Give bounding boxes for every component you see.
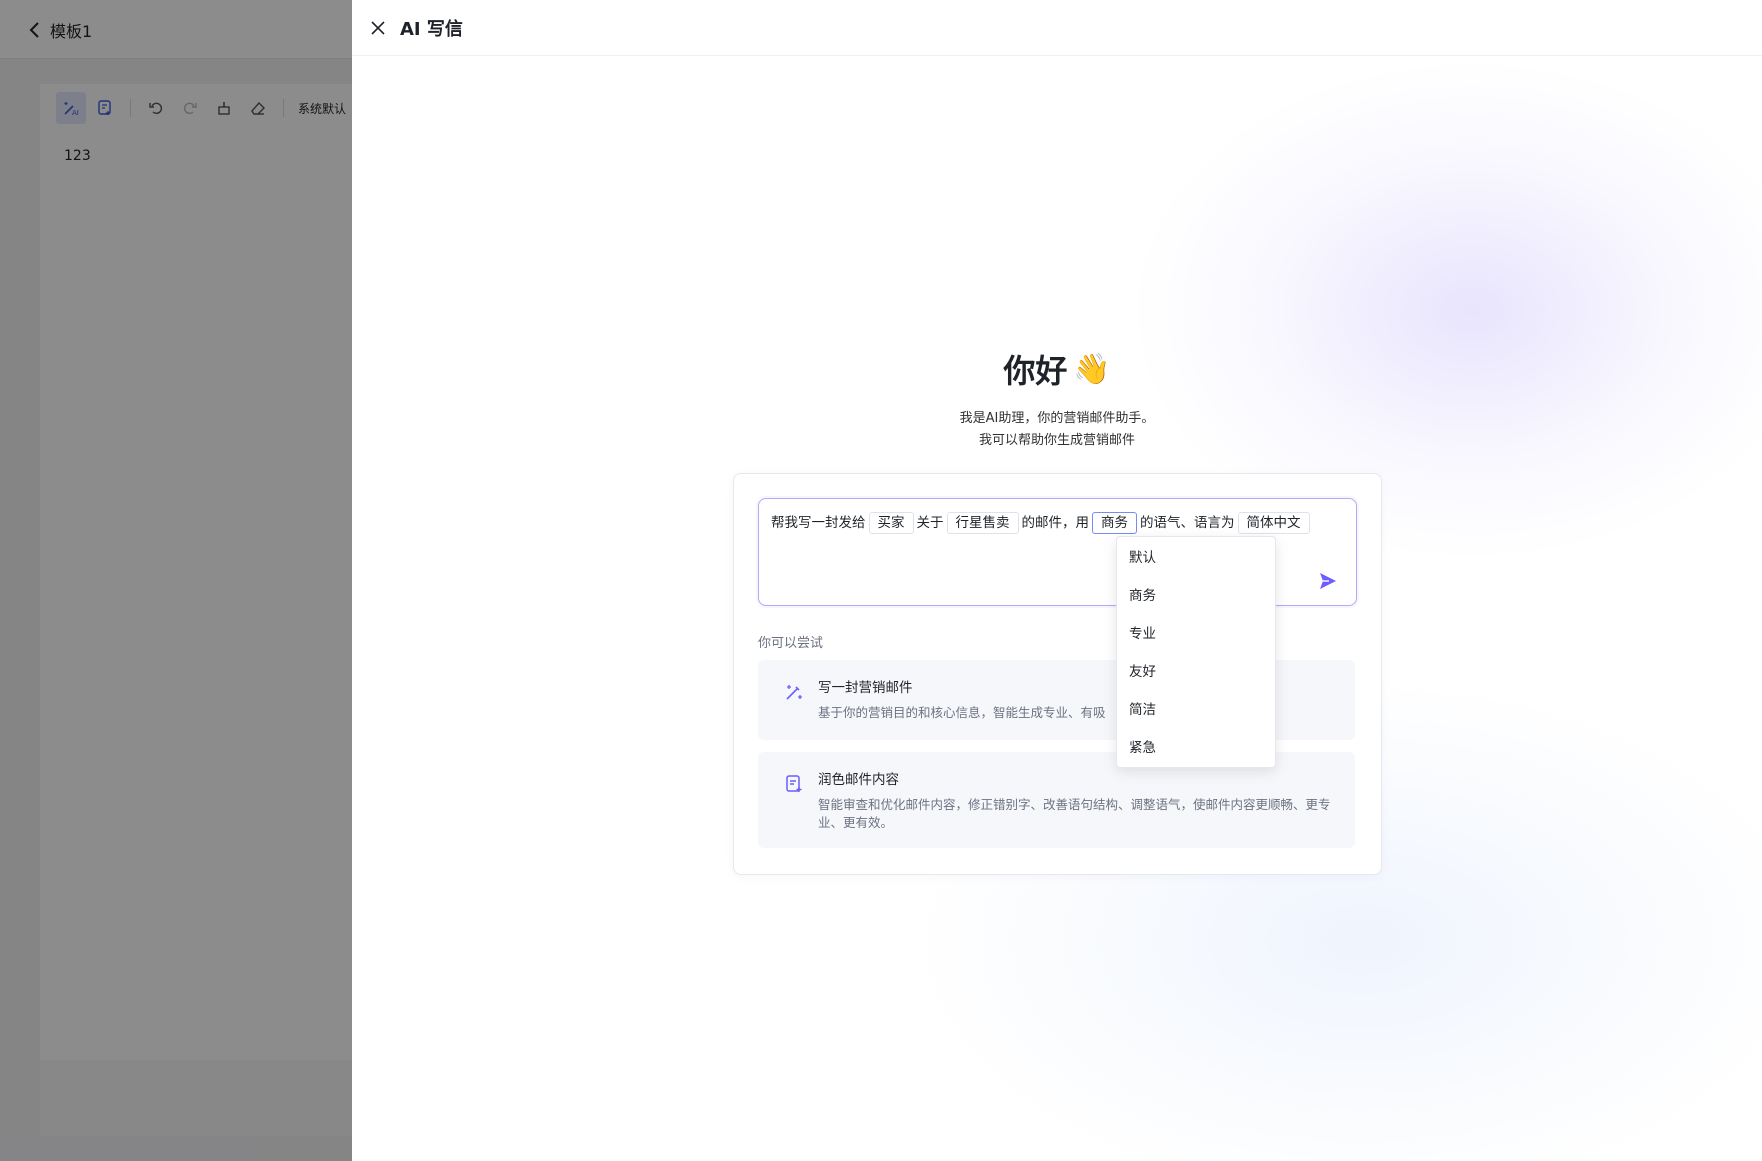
greeting-text: 你好 (1003, 352, 1068, 390)
greeting-subtitle: 我是AI助理，你的营销邮件助手。 我可以帮助你生成营销邮件 (352, 408, 1762, 452)
prompt-text: 帮我写一封发给 (771, 515, 866, 531)
suggestion-description: 智能审查和优化邮件内容，修正错别字、改善语句结构、调整语气，使邮件内容更顺畅、更… (818, 797, 1331, 830)
intro-line: 我可以帮助你生成营销邮件 (978, 433, 1135, 448)
document-edit-icon (786, 775, 802, 792)
prompt-text: 的邮件，用 (1021, 515, 1090, 531)
waving-hand-icon: 👋 (1073, 351, 1111, 387)
suggestions-label: 你可以尝试 (758, 636, 824, 651)
send-button[interactable] (1316, 569, 1340, 593)
recipient-chip[interactable]: 买家 (868, 512, 914, 534)
tone-option-concise[interactable]: 简洁 (1117, 691, 1275, 729)
topic-chip[interactable]: 行星售卖 (946, 512, 1019, 534)
suggestion-title: 写一封营销邮件 (818, 680, 913, 696)
prompt-text: 关于 (916, 515, 944, 531)
tone-option-business[interactable]: 商务 (1117, 577, 1275, 615)
prompt-card: 帮我写一封发给 买家 关于 行星售卖 的邮件，用 商务 的语气、语言为 简体中文 你可以尝试 … (733, 473, 1382, 875)
prompt-text: 的语气、语言为 (1140, 515, 1235, 531)
tone-dropdown: 默认 商务 专业 友好 简洁 紧急 (1116, 536, 1276, 768)
tone-option-default[interactable]: 默认 (1117, 539, 1275, 577)
send-icon (1320, 573, 1336, 589)
tone-chip[interactable]: 商务 (1092, 512, 1137, 534)
drawer-header: AI 写信 (352, 0, 1762, 56)
prompt-template: 帮我写一封发给 买家 关于 行星售卖 的邮件，用 商务 的语气、语言为 简体中文 (771, 511, 1341, 535)
tone-option-urgent[interactable]: 紧急 (1117, 729, 1275, 767)
magic-wand-icon (786, 685, 802, 700)
intro-line: 我是AI助理，你的营销邮件助手。 (959, 411, 1155, 426)
close-button[interactable] (366, 16, 390, 40)
language-chip[interactable]: 简体中文 (1237, 512, 1310, 534)
drawer-title: AI 写信 (400, 18, 463, 40)
tone-option-professional[interactable]: 专业 (1117, 615, 1275, 653)
ai-write-drawer: AI 写信 你好 👋 我是AI助理，你的营销邮件助手。 我可以帮助你生成营销邮件… (352, 0, 1762, 1161)
greeting-title: 你好 👋 (1003, 346, 1110, 392)
suggestion-title: 润色邮件内容 (818, 772, 899, 788)
close-icon (371, 20, 385, 35)
greeting-section: 你好 👋 我是AI助理，你的营销邮件助手。 我可以帮助你生成营销邮件 (352, 346, 1762, 452)
tone-option-friendly[interactable]: 友好 (1117, 653, 1275, 691)
